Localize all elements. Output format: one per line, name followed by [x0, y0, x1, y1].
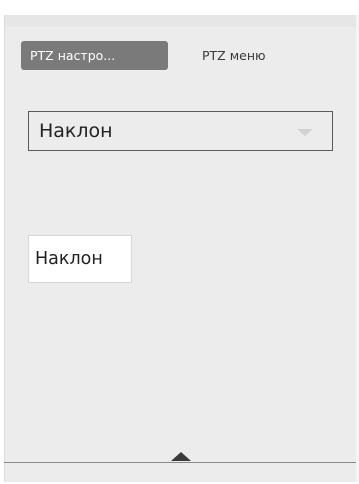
tab-ptz-settings[interactable]: PTZ настро... — [21, 41, 168, 70]
triangle-up-icon[interactable] — [171, 452, 191, 461]
ptz-window: PTZ настро... PTZ меню Наклон Наклон — [0, 0, 359, 484]
ptz-mode-label-text: Наклон — [35, 249, 103, 269]
ptz-mode-label: Наклон — [28, 235, 132, 283]
ptz-mode-select-value: Наклон — [39, 120, 113, 142]
bottom-divider — [4, 462, 359, 463]
tab-ptz-menu[interactable]: PTZ меню — [168, 41, 266, 70]
panel-header-shade — [5, 15, 359, 27]
tab-ptz-settings-label: PTZ настро... — [30, 48, 116, 63]
tab-ptz-menu-label: PTZ меню — [202, 48, 266, 63]
ptz-mode-select[interactable]: Наклон — [28, 111, 333, 151]
chevron-down-icon — [297, 129, 313, 136]
ptz-tab-bar: PTZ настро... PTZ меню — [21, 41, 266, 70]
